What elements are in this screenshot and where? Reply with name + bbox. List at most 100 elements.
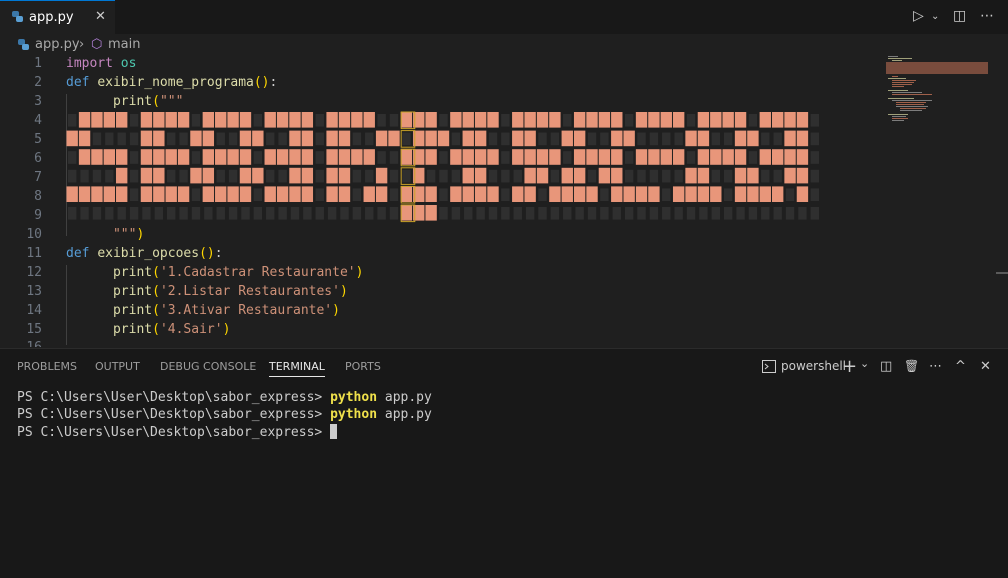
ascii-shade: [389, 114, 399, 127]
ascii-block: [153, 149, 165, 165]
add-terminal-icon[interactable]: +: [842, 356, 857, 377]
ascii-shade: [117, 132, 126, 146]
ascii-shade: [216, 132, 225, 146]
ascii-block: [289, 186, 301, 202]
ascii-block: [771, 186, 784, 202]
ascii-block: [487, 149, 499, 165]
ascii-block: [598, 167, 611, 184]
ascii-shade: [451, 169, 461, 183]
ascii-shade: [785, 207, 795, 220]
scrollbar-marker[interactable]: [996, 272, 1008, 274]
ascii-block: [487, 186, 499, 202]
ascii-shade: [352, 132, 362, 146]
ascii-shade: [352, 188, 362, 201]
tab-app-py[interactable]: app.py ✕: [0, 0, 115, 34]
ascii-block: [153, 130, 165, 147]
ascii-shade: [662, 132, 671, 146]
ascii-shade: [377, 114, 386, 127]
tab-problems[interactable]: PROBLEMS: [17, 360, 77, 373]
ascii-shade: [488, 169, 498, 183]
ascii-shade: [167, 169, 176, 183]
ascii-shade: [761, 207, 770, 220]
close-panel-icon[interactable]: ✕: [980, 359, 991, 374]
breadcrumb-symbol[interactable]: main: [108, 37, 140, 52]
ascii-shade: [686, 151, 696, 164]
ascii-shade: [810, 207, 819, 220]
ascii-shade: [674, 132, 683, 146]
trash-icon[interactable]: 🗑: [904, 359, 919, 373]
tab-terminal[interactable]: TERMINAL: [269, 360, 325, 377]
ascii-block: [635, 149, 648, 165]
ascii-shade: [92, 207, 102, 220]
tab-ports[interactable]: PORTS: [345, 360, 381, 373]
maximize-panel-icon[interactable]: ^: [955, 359, 966, 374]
ascii-shade: [711, 169, 720, 183]
ascii-shade: [513, 169, 522, 183]
ascii-shade: [501, 169, 510, 183]
ascii-shade: [402, 132, 411, 146]
ascii-block: [524, 130, 536, 147]
ascii-shade: [637, 207, 646, 220]
chevron-down-icon[interactable]: ⌄: [860, 357, 869, 370]
ascii-shade: [761, 169, 770, 183]
close-icon[interactable]: ✕: [95, 9, 106, 24]
ascii-shade: [179, 169, 188, 183]
tab-output[interactable]: OUTPUT: [95, 360, 140, 373]
ascii-shade: [266, 207, 275, 220]
ascii-block: [140, 130, 153, 147]
run-icon[interactable]: ▷: [913, 8, 924, 24]
ascii-shade: [575, 207, 584, 220]
ascii-block: [474, 149, 487, 165]
ascii-shade: [810, 151, 819, 164]
ascii-shade: [439, 169, 448, 183]
ascii-block: [400, 205, 413, 221]
line-number: 2: [34, 75, 42, 90]
ascii-block: [549, 112, 561, 128]
split-editor-icon[interactable]: ◫: [953, 8, 966, 24]
ascii-shade: [377, 207, 386, 220]
ascii-block: [648, 112, 660, 128]
ascii-shade: [105, 207, 114, 220]
ascii-shade: [810, 188, 819, 201]
more-actions-icon[interactable]: ⋯: [929, 359, 942, 374]
ascii-block: [536, 112, 549, 128]
ascii-block: [215, 186, 227, 202]
ascii-block: [635, 112, 648, 128]
ascii-block: [239, 112, 252, 128]
ascii-block: [301, 149, 314, 165]
ascii-block: [759, 186, 771, 202]
line-number: 9: [34, 208, 42, 223]
ascii-block: [202, 167, 215, 184]
terminal-prompt[interactable]: PS C:\Users\User\Desktop\sabor_express>: [17, 424, 338, 440]
ascii-shade: [587, 169, 597, 183]
ascii-block: [177, 112, 190, 128]
ascii-block: [549, 149, 561, 165]
ascii-block: [116, 112, 128, 128]
ascii-block: [239, 167, 252, 184]
ascii-block: [326, 149, 338, 165]
ascii-shade: [266, 132, 275, 146]
ascii-shade: [105, 132, 114, 146]
ascii-block: [276, 186, 289, 202]
ascii-shade: [600, 207, 609, 220]
ascii-shade: [105, 169, 114, 183]
ascii-block: [165, 112, 177, 128]
terminal-shell-name[interactable]: powershell: [781, 359, 846, 373]
more-actions-icon[interactable]: ⋯: [980, 8, 994, 24]
tab-debug-console[interactable]: DEBUG CONSOLE: [160, 360, 256, 373]
ascii-block: [363, 149, 375, 165]
ascii-block: [177, 149, 190, 165]
ascii-block: [338, 167, 351, 184]
terminal-line: PS C:\Users\User\Desktop\sabor_express> …: [17, 407, 432, 422]
ascii-block: [363, 186, 375, 202]
breadcrumb-file[interactable]: app.py: [35, 37, 80, 52]
split-terminal-icon[interactable]: ◫: [880, 359, 892, 374]
minimap[interactable]: [884, 56, 994, 126]
ascii-shade: [810, 114, 819, 127]
python-icon: [18, 39, 29, 50]
ascii-block: [611, 186, 623, 202]
ascii-block: [326, 130, 338, 147]
code-editor[interactable]: 12345678910111213141516 import os def ex…: [0, 56, 1008, 347]
ascii-block: [239, 186, 252, 202]
chevron-down-icon[interactable]: ⌄: [931, 11, 939, 22]
